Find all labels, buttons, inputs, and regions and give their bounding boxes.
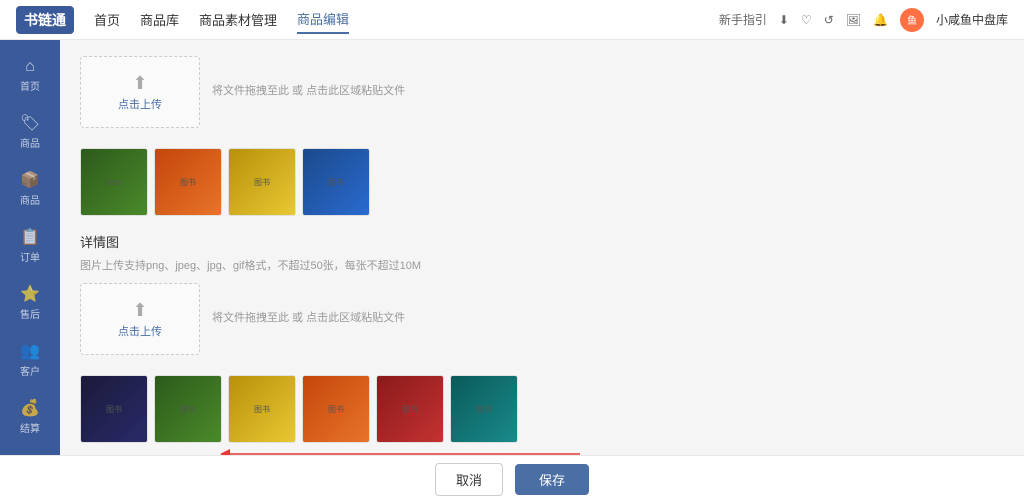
book-detail-thumb-5: 图书: [377, 376, 443, 442]
book-detail-thumb-4: 图书: [303, 376, 369, 442]
gallery-2-img-5: 图书: [376, 375, 444, 443]
gallery-1-img-3: 图书: [228, 148, 296, 216]
book-thumb-2: 图书: [155, 149, 221, 215]
avatar: 鱼: [900, 8, 924, 32]
detail-upload-arrow-icon: ⬆: [132, 300, 147, 321]
gallery-2-img-3: 图书: [228, 375, 296, 443]
book-detail-thumb-6: 图书: [451, 376, 517, 442]
sidebar-item-customers[interactable]: 👥 客户: [0, 331, 60, 388]
gallery-2-img-1: 图书: [80, 375, 148, 443]
top-nav-right: 新手指引 ⬇ ♡ ↺ 🖼 🔔 鱼 小咸鱼中盘库: [719, 8, 1008, 32]
app-logo: 书链通: [16, 6, 74, 34]
sidebar-item-home[interactable]: ⌂ 首页: [0, 48, 60, 103]
customers-icon: 👥: [20, 341, 40, 361]
gallery-1-img-4: 图书: [302, 148, 370, 216]
book-thumb-3: 图书: [229, 149, 295, 215]
sidebar-aftersale-label: 售后: [20, 306, 40, 321]
nav-home[interactable]: 首页: [94, 6, 120, 33]
sidebar-item-products[interactable]: 🏷 商品: [0, 103, 60, 160]
cancel-button[interactable]: 取消: [435, 463, 503, 496]
detail-section-hint: 图片上传支持png、jpeg、jpg、gif格式，不超过50张，每张不超过10M: [80, 257, 1004, 273]
save-button[interactable]: 保存: [515, 464, 589, 495]
products-icon: 🏷: [20, 113, 40, 133]
nav-items: 首页 商品库 商品素材管理 商品编辑: [94, 5, 719, 34]
bell-icon[interactable]: 🔔: [873, 13, 888, 27]
sidebar-item-stats[interactable]: 📊 统计: [0, 445, 60, 455]
sidebar-item-aftersale[interactable]: ⭐ 售后: [0, 274, 60, 331]
goods-icon: 📦: [20, 170, 40, 190]
sidebar-item-orders[interactable]: 📋 订单: [0, 217, 60, 274]
book-thumb-1: Acts: [81, 149, 147, 215]
sidebar-item-goods[interactable]: 📦 商品: [0, 160, 60, 217]
sidebar-goods-label: 商品: [20, 192, 40, 207]
home-icon: ⌂: [25, 58, 35, 76]
gallery-2-img-6: 图书: [450, 375, 518, 443]
book-detail-thumb-1: 图书: [81, 376, 147, 442]
new-guide-link[interactable]: 新手指引: [719, 11, 767, 28]
nav-products[interactable]: 商品库: [140, 6, 179, 33]
nav-product-edit[interactable]: 商品编辑: [297, 5, 349, 34]
detail-upload-box[interactable]: ⬆ 点击上传: [80, 283, 200, 355]
gallery-1: Acts 图书 图书 图书: [80, 148, 1004, 216]
detail-section: 详情图 图片上传支持png、jpeg、jpg、gif格式，不超过50张，每张不超…: [80, 232, 1004, 443]
footer-bar: 取消 保存: [0, 455, 1024, 503]
refresh-icon[interactable]: ↺: [824, 13, 834, 27]
heart-icon[interactable]: ♡: [801, 13, 812, 27]
orders-icon: 📋: [20, 227, 40, 247]
sidebar-customers-label: 客户: [20, 363, 40, 378]
gallery-1-img-2: 图书: [154, 148, 222, 216]
main-upload-row: ⬆ 点击上传 将文件拖拽至此 或 点击此区域粘贴文件: [80, 56, 1004, 138]
main-upload-hint: 将文件拖拽至此 或 点击此区域粘贴文件: [212, 82, 405, 98]
sidebar-products-label: 商品: [20, 135, 40, 150]
detail-upload-label: 点击上传: [118, 323, 162, 339]
sidebar-home-label: 首页: [20, 78, 40, 93]
detail-upload-row: ⬆ 点击上传 将文件拖拽至此 或 点击此区域粘贴文件: [80, 283, 1004, 365]
detail-upload-hint: 将文件拖拽至此 或 点击此区域粘贴文件: [212, 309, 405, 325]
main-layout: ⌂ 首页 🏷 商品 📦 商品 📋 订单 ⭐ 售后 👥 客户 💰 结算 📊: [0, 40, 1024, 455]
gallery-2-img-4: 图书: [302, 375, 370, 443]
sidebar-item-finance[interactable]: 💰 结算: [0, 388, 60, 445]
sidebar: ⌂ 首页 🏷 商品 📦 商品 📋 订单 ⭐ 售后 👥 客户 💰 结算 📊: [0, 40, 60, 455]
top-nav: 书链通 首页 商品库 商品素材管理 商品编辑 新手指引 ⬇ ♡ ↺ 🖼 🔔 鱼 …: [0, 0, 1024, 40]
main-upload-box[interactable]: ⬆ 点击上传: [80, 56, 200, 128]
nav-materials[interactable]: 商品素材管理: [199, 6, 277, 33]
main-upload-section: ⬆ 点击上传 将文件拖拽至此 或 点击此区域粘贴文件 Acts 图书 图书 图书: [80, 56, 1004, 216]
book-thumb-4: 图书: [303, 149, 369, 215]
book-detail-thumb-2: 图书: [155, 376, 221, 442]
book-detail-thumb-3: 图书: [229, 376, 295, 442]
sidebar-finance-label: 结算: [20, 420, 40, 435]
sidebar-orders-label: 订单: [20, 249, 40, 264]
download-icon[interactable]: ⬇: [779, 13, 789, 27]
finance-icon: 💰: [20, 398, 40, 418]
user-name: 小咸鱼中盘库: [936, 11, 1008, 28]
upload-arrow-icon: ⬆: [132, 73, 147, 94]
detail-section-title: 详情图: [80, 232, 1004, 251]
main-upload-label: 点击上传: [118, 96, 162, 112]
gallery-1-img-1: Acts: [80, 148, 148, 216]
gallery-2: 图书 图书 图书 图书 图书 图书: [80, 375, 1004, 443]
gallery-2-img-2: 图书: [154, 375, 222, 443]
aftersale-icon: ⭐: [20, 284, 40, 304]
content-area: ⬆ 点击上传 将文件拖拽至此 或 点击此区域粘贴文件 Acts 图书 图书 图书: [60, 40, 1024, 455]
image-icon[interactable]: 🖼: [846, 13, 861, 27]
